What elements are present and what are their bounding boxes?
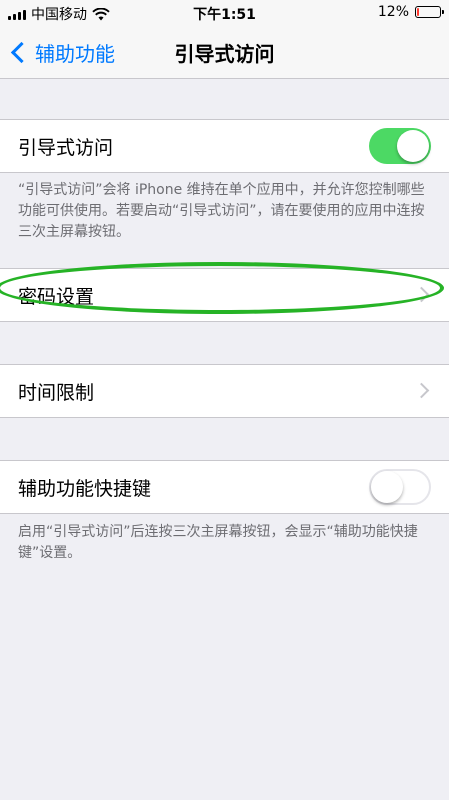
guided-access-label: 引导式访问	[18, 136, 114, 159]
accessibility-shortcut-footer: 启用“引导式访问”后连按三次主屏幕按钮，会显示“辅助功能快捷键”设置。	[18, 524, 418, 561]
battery-percent: 12%	[377, 4, 409, 20]
accessibility-shortcut-cell: 辅助功能快捷键	[0, 461, 449, 513]
toggle-knob	[397, 130, 429, 162]
time-limits-cell[interactable]: 时间限制	[0, 365, 449, 417]
time-limits-label: 时间限制	[18, 381, 95, 404]
passcode-settings-label: 密码设置	[18, 285, 95, 308]
status-bar: 中国移动 下午1:51 12%	[0, 0, 449, 26]
chevron-right-icon	[413, 286, 430, 303]
chevron-right-icon	[413, 382, 430, 399]
guided-access-toggle[interactable]	[369, 128, 431, 164]
passcode-settings-cell[interactable]: 密码设置	[0, 269, 449, 321]
guided-access-cell: 引导式访问	[0, 120, 449, 172]
toggle-knob	[371, 471, 403, 503]
passcode-settings-group: 密码设置	[0, 268, 449, 322]
battery-icon	[415, 6, 444, 18]
time-limits-group: 时间限制	[0, 364, 449, 418]
guided-access-footer: “引导式访问”会将 iPhone 维持在单个应用中，并允许您控制哪些功能可供使用…	[18, 182, 425, 240]
accessibility-shortcut-toggle[interactable]	[369, 469, 431, 505]
navigation-bar: 辅助功能 引导式访问	[0, 26, 449, 79]
status-right: 12%	[377, 4, 444, 20]
accessibility-shortcut-label: 辅助功能快捷键	[18, 477, 152, 500]
accessibility-shortcut-group: 辅助功能快捷键	[0, 460, 449, 514]
page-title: 引导式访问	[174, 42, 275, 66]
battery-level-fill	[417, 8, 419, 16]
guided-access-group: 引导式访问	[0, 119, 449, 173]
